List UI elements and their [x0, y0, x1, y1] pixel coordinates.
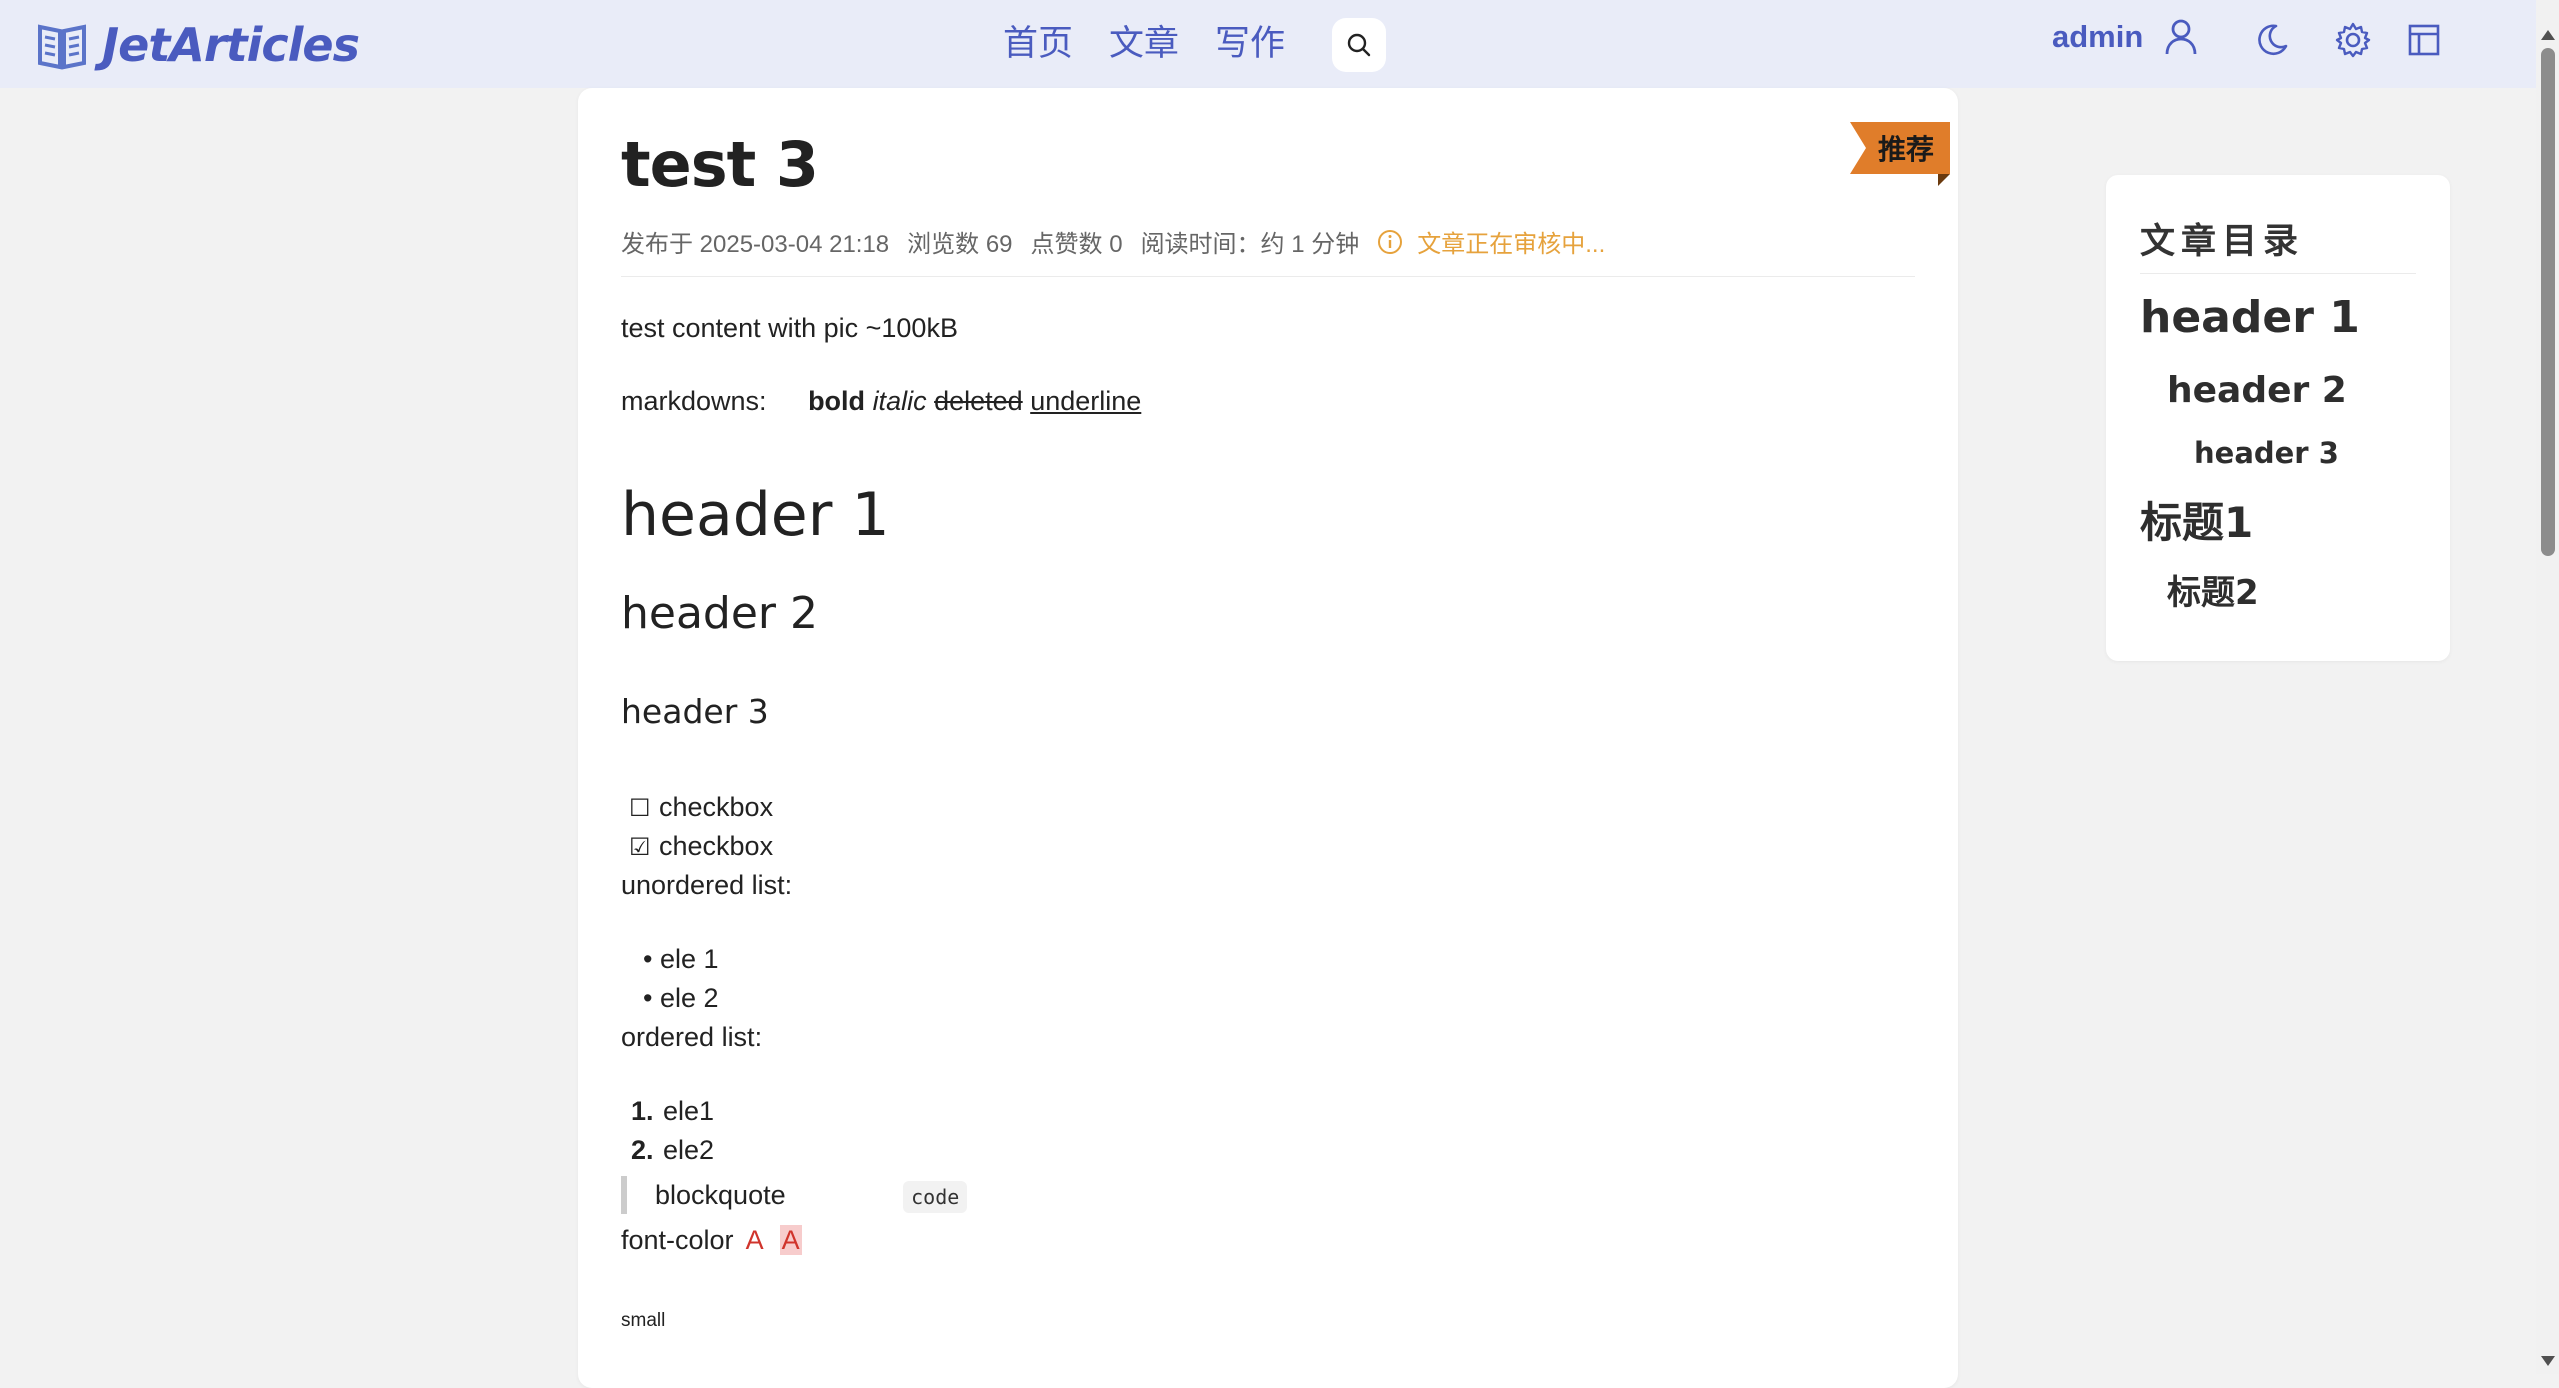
heading-1: header 1 [621, 480, 890, 550]
dark-mode-toggle[interactable] [2250, 18, 2294, 62]
page-scrollbar[interactable] [2536, 0, 2559, 1374]
layout-icon [2408, 24, 2440, 56]
ordered-item-text: ele2 [663, 1135, 715, 1165]
article-card: 推荐 test 3 发布于 2025-03-04 21:18 浏览数 69 点赞… [578, 88, 1958, 1388]
meta-divider [621, 276, 1915, 277]
search-button[interactable] [1332, 18, 1386, 72]
ordered-list-label: ordered list: [621, 1022, 763, 1052]
app-name: JetArticles [102, 18, 360, 72]
markdown-demo: markdowns: bold italic deleted underline [621, 386, 1141, 417]
markdowns-label: markdowns: [621, 386, 767, 416]
like-count: 点赞数 0 [1030, 231, 1123, 258]
moon-icon [2258, 24, 2288, 56]
underline-text: underline [1030, 386, 1142, 416]
layout-toggle[interactable] [2402, 18, 2446, 62]
ordered-item: 2. ele2 [621, 1135, 714, 1166]
recommended-badge: 推荐 [1850, 122, 1950, 174]
task-label: checkbox [659, 831, 774, 861]
toc-item-biaoti-2[interactable]: 标题2 [2167, 565, 2259, 614]
small-text: small [621, 1310, 666, 1331]
deleted-text: deleted [934, 386, 1023, 416]
nav-write[interactable]: 写作 [1215, 20, 1285, 68]
font-color-label: font-color [621, 1225, 734, 1255]
toc-item-header-1[interactable]: header 1 [2140, 292, 2360, 343]
list-item-text: ele 2 [659, 983, 719, 1013]
nav-articles[interactable]: 文章 [1109, 20, 1179, 68]
scroll-down-arrow-icon[interactable] [2541, 1356, 2555, 1366]
toc-item-biaoti-1[interactable]: 标题1 [2140, 489, 2253, 550]
ordered-item-number: 2. [631, 1135, 654, 1165]
blockquote: blockquote [621, 1176, 786, 1214]
list-item-text: ele 1 [659, 944, 719, 974]
intro-text: test content with pic ~100kB [621, 313, 958, 343]
book-logo-icon [38, 24, 86, 70]
list-item: • ele 2 [621, 983, 719, 1014]
inline-code: code [903, 1181, 968, 1213]
ordered-item-number: 1. [631, 1096, 654, 1126]
table-of-contents: 文章目录 header 1 header 2 header 3 标题1 标题2 [2106, 175, 2450, 661]
toc-divider [2140, 273, 2416, 274]
checkbox-unchecked[interactable]: ☐ [629, 794, 659, 822]
blockquote-row: blockquote code [621, 1176, 968, 1214]
username: admin [2052, 19, 2144, 54]
toc-item-header-3[interactable]: header 3 [2194, 436, 2339, 470]
ribbon-fold [1938, 174, 1950, 186]
italic-text: italic [872, 386, 927, 416]
article-meta: 发布于 2025-03-04 21:18 浏览数 69 点赞数 0 阅读时间：约… [621, 224, 1623, 259]
unordered-list-label: unordered list: [621, 870, 793, 900]
bullet: • [643, 983, 653, 1013]
list-item: • ele 1 [621, 944, 719, 975]
reading-time: 阅读时间：约 1 分钟 [1140, 231, 1360, 258]
highlighted-text: A [779, 1225, 802, 1255]
toc-item-header-2[interactable]: header 2 [2167, 370, 2347, 411]
article-title: test 3 [621, 128, 819, 201]
heading-3: header 3 [621, 692, 769, 731]
logo[interactable]: JetArticles [36, 18, 360, 72]
task-item-unchecked: ☐ checkbox [621, 792, 773, 823]
toc-title: 文章目录 [2140, 222, 2305, 261]
scroll-up-arrow-icon[interactable] [2541, 30, 2555, 40]
review-status: 文章正在审核中... [1417, 231, 1606, 258]
heading-2: header 2 [621, 588, 818, 639]
ordered-item-text: ele1 [663, 1096, 715, 1126]
task-label: checkbox [659, 792, 774, 822]
user-menu[interactable]: admin [2052, 18, 2199, 56]
publish-date: 发布于 2025-03-04 21:18 [621, 231, 890, 258]
view-count: 浏览数 69 [907, 231, 1013, 258]
font-color-demo: font-color A A [621, 1225, 802, 1256]
top-navbar: JetArticles 首页 文章 写作 admin [0, 0, 2536, 88]
main-nav: 首页 文章 写作 [1003, 20, 1321, 68]
info-icon [1378, 229, 1403, 254]
bold-text: bold [808, 386, 866, 416]
red-text: A [745, 1225, 764, 1255]
user-icon [2165, 19, 2197, 55]
gear-icon [2335, 22, 2371, 58]
checkbox-checked[interactable]: ☑ [629, 833, 659, 861]
task-item-checked: ☑ checkbox [621, 831, 773, 862]
scroll-thumb[interactable] [2541, 48, 2555, 556]
settings-button[interactable] [2331, 18, 2375, 62]
search-icon [1347, 33, 1371, 57]
nav-home[interactable]: 首页 [1003, 20, 1073, 68]
ordered-item: 1. ele1 [621, 1096, 714, 1127]
bullet: • [643, 944, 653, 974]
